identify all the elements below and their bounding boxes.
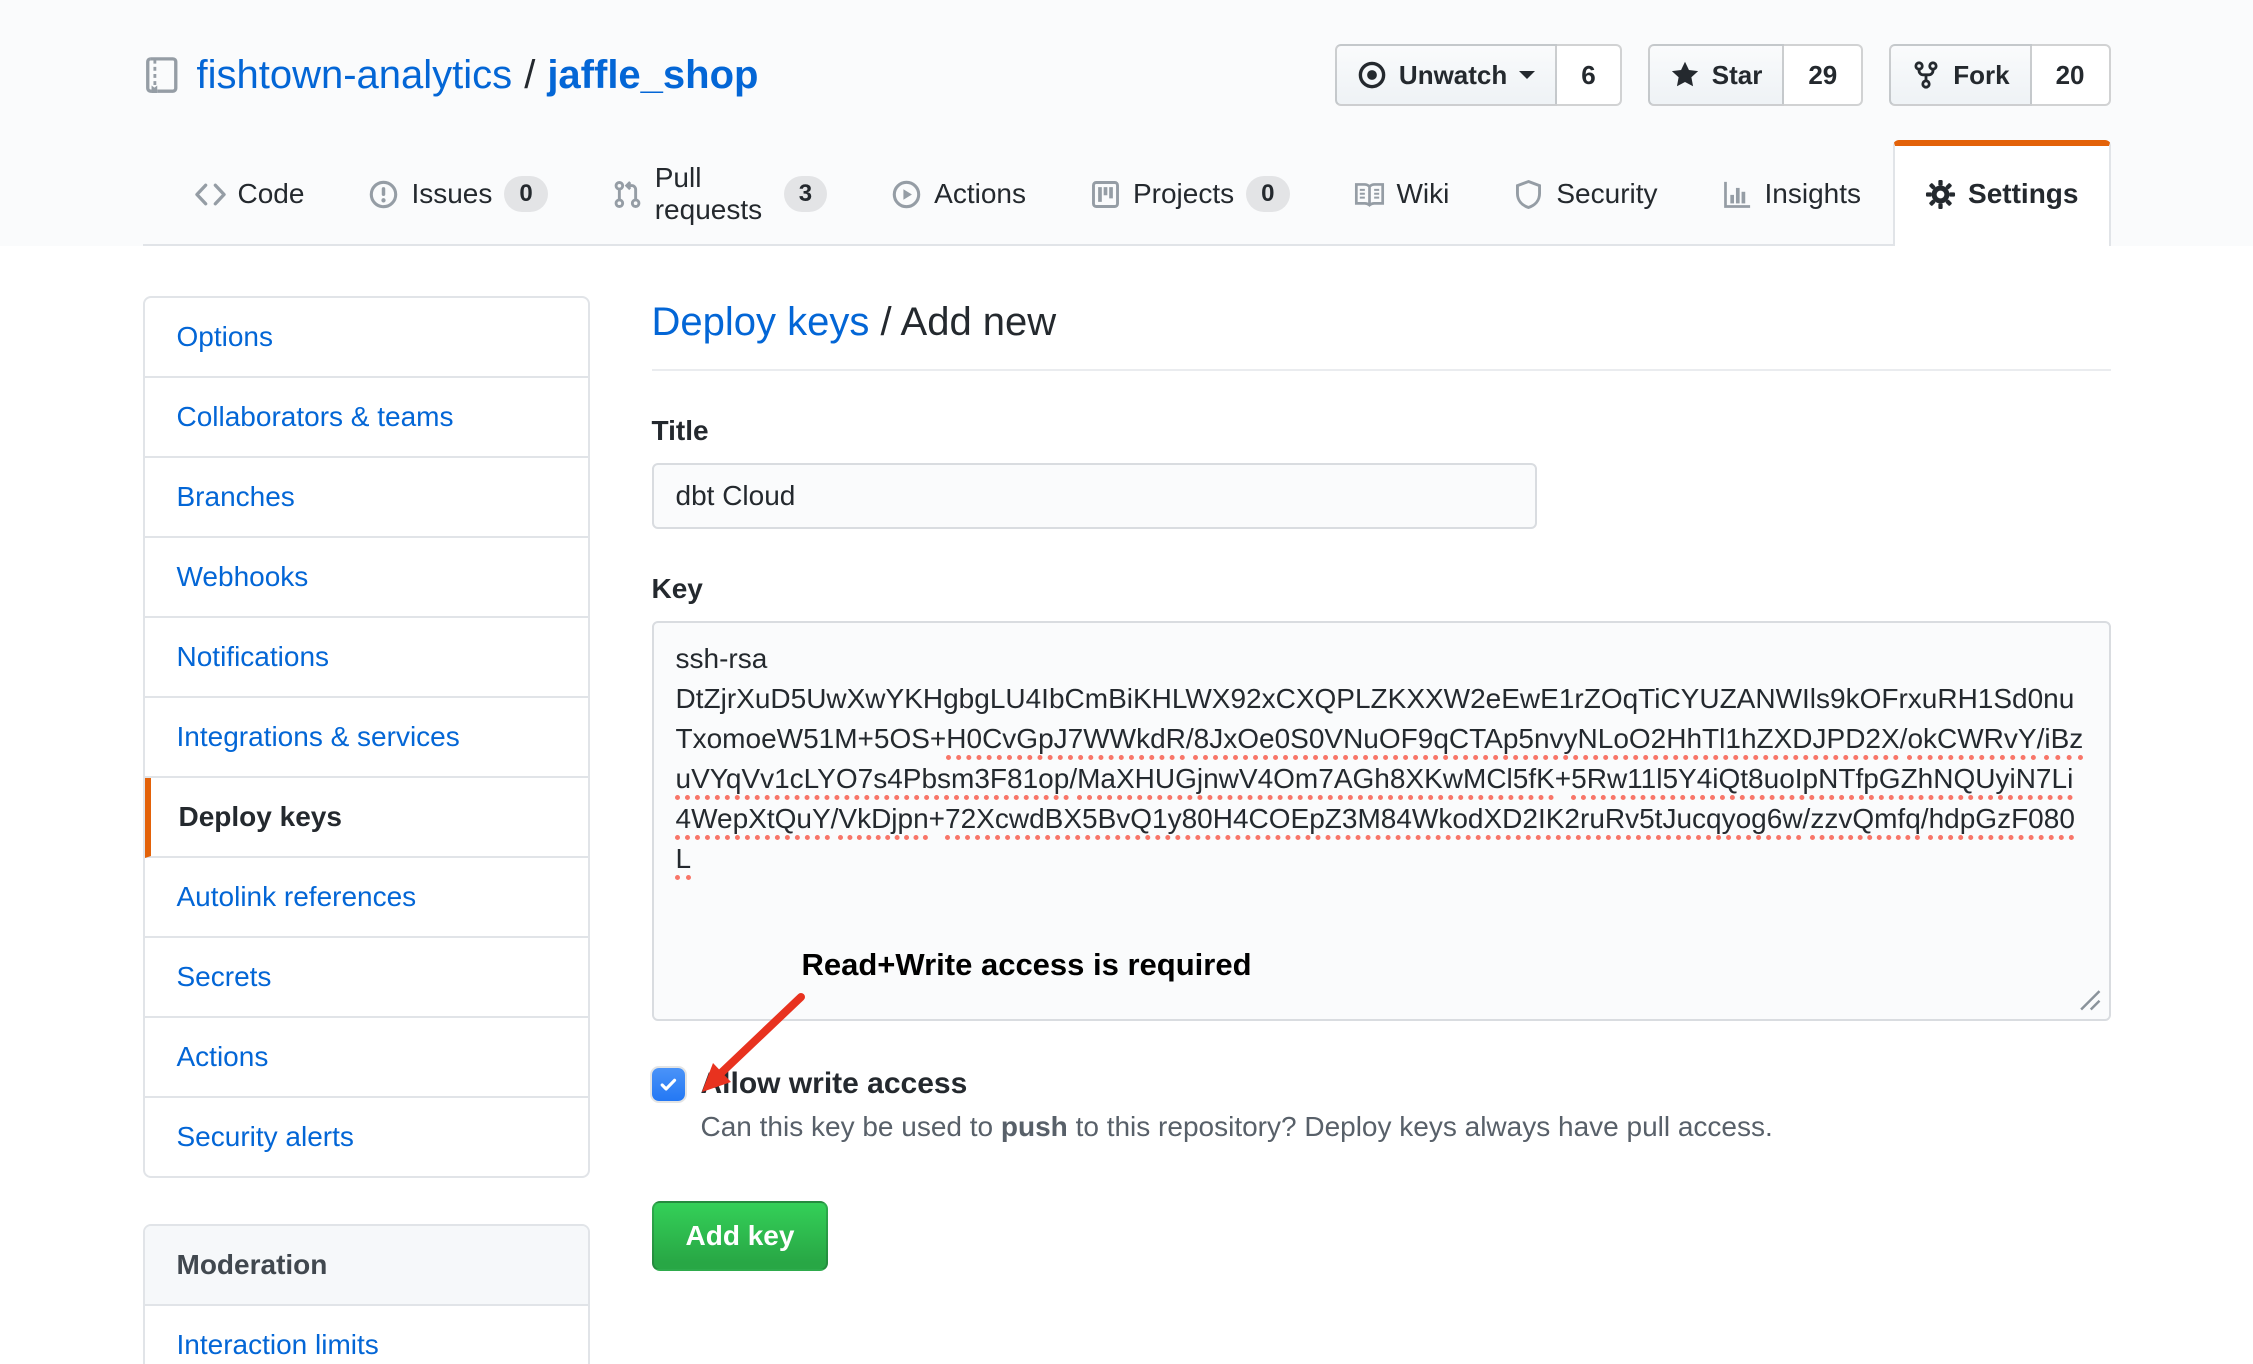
fork-count[interactable]: 20	[2032, 44, 2111, 106]
pull-requests-count-badge: 3	[784, 176, 827, 212]
key-field-label: Key	[652, 573, 2111, 605]
star-button-group: Star 29	[1648, 44, 1864, 106]
shield-icon	[1513, 179, 1544, 210]
settings-menu: OptionsCollaborators & teamsBranchesWebh…	[143, 296, 590, 1178]
title-field-label: Title	[652, 415, 2111, 447]
fork-icon	[1911, 60, 1941, 90]
fork-button-label: Fork	[1953, 62, 2009, 88]
dropdown-caret-icon	[1519, 71, 1535, 87]
sidebar-item-collaborators-teams[interactable]: Collaborators & teams	[145, 378, 588, 458]
check-icon	[658, 1074, 679, 1095]
tab-actions[interactable]: Actions	[859, 140, 1058, 246]
github-repo-settings-page: fishtown-analytics / jaffle_shop Unwatch…	[0, 0, 2253, 1364]
moderation-section-header: Moderation	[145, 1226, 588, 1306]
code-icon	[195, 179, 226, 210]
star-icon	[1670, 60, 1700, 90]
sidebar-item-deploy-keys[interactable]: Deploy keys	[145, 778, 588, 858]
sidebar-item-actions[interactable]: Actions	[145, 1018, 588, 1098]
repo-title: fishtown-analytics / jaffle_shop	[197, 53, 759, 98]
sidebar-item-interaction-limits[interactable]: Interaction limits	[145, 1306, 588, 1364]
tab-wiki-label: Wiki	[1397, 178, 1450, 210]
moderation-menu: Moderation Interaction limits	[143, 1224, 590, 1364]
tab-security-label: Security	[1556, 178, 1657, 210]
repo-book-icon	[143, 56, 197, 94]
play-icon	[891, 179, 922, 210]
sidebar-item-integrations-services[interactable]: Integrations & services	[145, 698, 588, 778]
repo-owner-link[interactable]: fishtown-analytics	[197, 53, 513, 98]
tab-actions-label: Actions	[934, 178, 1026, 210]
breadcrumb: Deploy keys / Add new	[652, 300, 2111, 371]
allow-write-access-checkbox[interactable]	[652, 1068, 685, 1101]
repo-path-separator: /	[524, 53, 535, 98]
page-header: fishtown-analytics / jaffle_shop Unwatch…	[0, 0, 2253, 246]
pull-request-icon	[612, 179, 643, 210]
unwatch-button-label: Unwatch	[1399, 62, 1507, 88]
tab-code-label: Code	[238, 178, 305, 210]
tab-pull-requests-label: Pull requests	[655, 162, 772, 226]
tab-security[interactable]: Security	[1481, 140, 1689, 246]
star-button-label: Star	[1712, 62, 1763, 88]
issue-icon	[368, 179, 399, 210]
gear-icon	[1925, 179, 1956, 210]
annotation-text: Read+Write access is required	[802, 947, 1252, 983]
checkbox-help-text: Can this key be used to push to this rep…	[701, 1111, 2111, 1143]
deploy-key-form: Deploy keys / Add new Title Key ssh-rsa …	[652, 296, 2111, 1364]
tab-code[interactable]: Code	[163, 140, 337, 246]
tab-issues-label: Issues	[411, 178, 492, 210]
sidebar-item-options[interactable]: Options	[145, 298, 588, 378]
wiki-icon	[1354, 179, 1385, 210]
allow-write-access-label[interactable]: Allow write access	[701, 1067, 968, 1101]
tab-projects[interactable]: Projects 0	[1058, 140, 1322, 246]
issues-count-badge: 0	[504, 176, 547, 212]
breadcrumb-separator: /	[869, 300, 900, 344]
tab-insights[interactable]: Insights	[1690, 140, 1894, 246]
project-icon	[1090, 179, 1121, 210]
sidebar-item-notifications[interactable]: Notifications	[145, 618, 588, 698]
deploy-keys-breadcrumb-link[interactable]: Deploy keys	[652, 300, 870, 344]
tab-issues[interactable]: Issues 0	[336, 140, 579, 246]
fork-button-group: Fork 20	[1889, 44, 2110, 106]
repo-social-actions: Unwatch 6 Star 29 Fork 20	[1335, 44, 2111, 106]
tab-settings[interactable]: Settings	[1893, 140, 2110, 246]
sidebar-item-branches[interactable]: Branches	[145, 458, 588, 538]
sidebar-item-autolink-references[interactable]: Autolink references	[145, 858, 588, 938]
sidebar-item-security-alerts[interactable]: Security alerts	[145, 1098, 588, 1176]
add-key-button[interactable]: Add key	[652, 1201, 829, 1271]
settings-sidebar: OptionsCollaborators & teamsBranchesWebh…	[143, 296, 590, 1364]
projects-count-badge: 0	[1246, 176, 1289, 212]
repo-name-link[interactable]: jaffle_shop	[547, 53, 758, 98]
unwatch-button[interactable]: Unwatch	[1335, 44, 1557, 106]
fork-button[interactable]: Fork	[1889, 44, 2031, 106]
unwatch-count[interactable]: 6	[1557, 44, 1621, 106]
textarea-resize-grip[interactable]	[2075, 985, 2103, 1013]
title-input[interactable]	[652, 463, 1537, 529]
sidebar-item-secrets[interactable]: Secrets	[145, 938, 588, 1018]
graph-icon	[1722, 179, 1753, 210]
unwatch-button-group: Unwatch 6	[1335, 44, 1622, 106]
tab-wiki[interactable]: Wiki	[1322, 140, 1482, 246]
star-count[interactable]: 29	[1784, 44, 1863, 106]
breadcrumb-current: Add new	[901, 300, 1057, 344]
tab-insights-label: Insights	[1765, 178, 1862, 210]
eye-icon	[1357, 60, 1387, 90]
tab-pull-requests[interactable]: Pull requests 3	[580, 140, 859, 246]
tab-projects-label: Projects	[1133, 178, 1234, 210]
tab-settings-label: Settings	[1968, 178, 2078, 210]
sidebar-item-webhooks[interactable]: Webhooks	[145, 538, 588, 618]
star-button[interactable]: Star	[1648, 44, 1785, 106]
repo-tab-nav: Code Issues 0 Pull requests 3 Actions Projects…	[143, 140, 2111, 246]
